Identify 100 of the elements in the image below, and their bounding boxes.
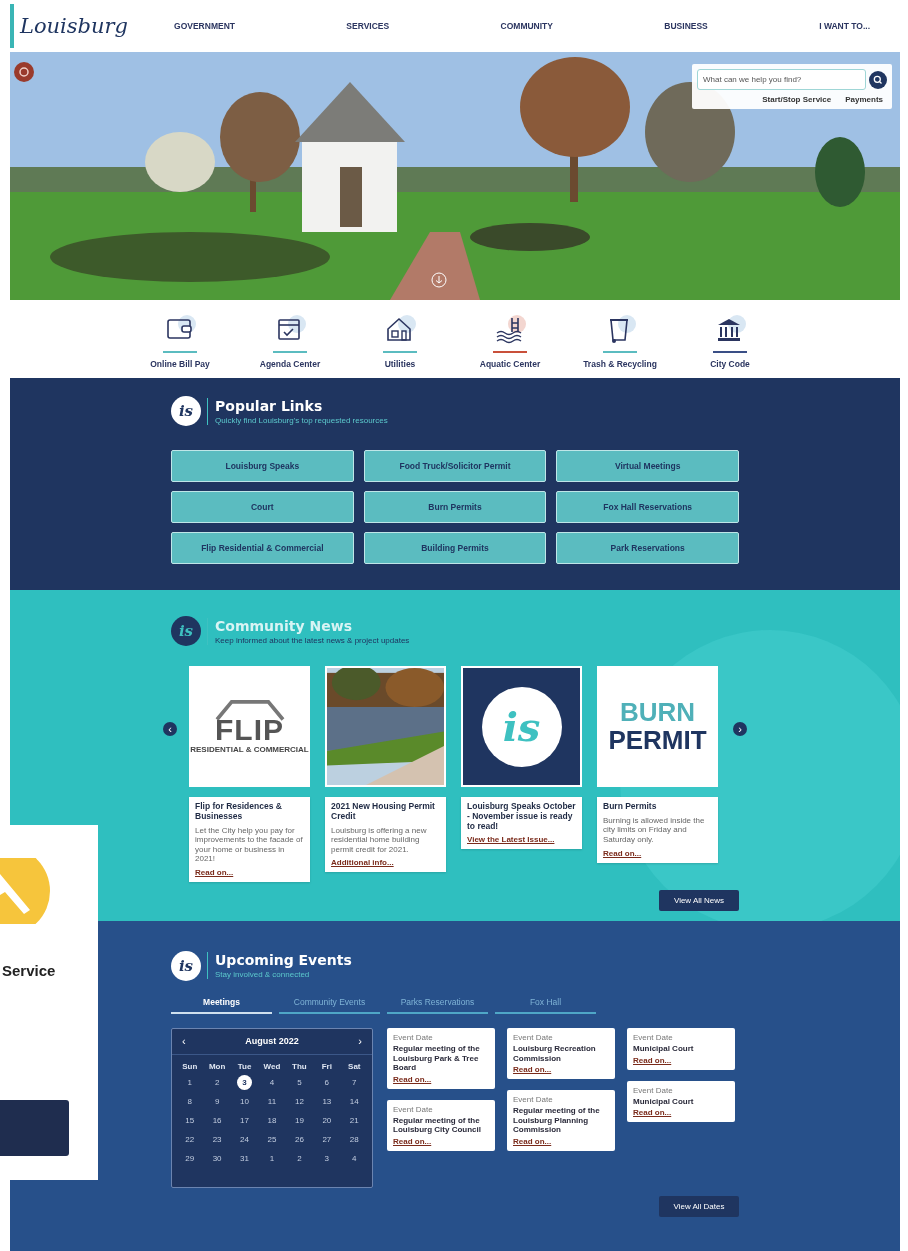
calendar-month: August 2022 (245, 1036, 299, 1047)
calendar-day[interactable]: 4 (264, 1074, 280, 1090)
popular-link-button[interactable]: Fox Hall Reservations (556, 491, 739, 523)
news-title: Flip for Residences & Businesses (195, 802, 283, 822)
event-tab[interactable]: Fox Hall (495, 996, 596, 1014)
quick-link[interactable]: Start/Stop Service (762, 95, 832, 104)
read-more-link[interactable]: Read on... (195, 867, 304, 877)
popular-link-button[interactable]: Burn Permits (363, 491, 547, 523)
event-title: Regular meeting of the Louisburg Planning Commission (513, 1106, 601, 1135)
calendar-day[interactable]: 31 (237, 1150, 253, 1166)
next-month-button[interactable]: › (358, 1035, 362, 1047)
event-title: Regular meeting of the Louisburg Park & Tree Board (393, 1043, 481, 1073)
event-date-label: Event Date (513, 1095, 554, 1105)
calendar-day[interactable]: 29 (182, 1150, 198, 1166)
shortcut-link[interactable]: Trash & Recycling (583, 313, 657, 369)
calendar-day[interactable]: 2 (209, 1074, 225, 1090)
view-all-news-button[interactable]: View All News (659, 889, 739, 911)
read-more-link[interactable]: Read on... (633, 1108, 729, 1118)
shortcut-link[interactable]: Aquatic Center (473, 313, 547, 369)
popular-link-button[interactable]: Food Truck/Solicitor Permit (363, 450, 547, 482)
popular-link-button[interactable]: Flip Residential & Commercial (171, 532, 354, 564)
read-more-link[interactable]: Read on... (513, 1136, 609, 1146)
calendar-day[interactable]: 30 (209, 1150, 225, 1166)
popular-link-button[interactable]: Building Permits (363, 532, 547, 564)
search-field[interactable]: What can we help you find? (697, 69, 866, 90)
popular-link-button[interactable]: Virtual Meetings (556, 450, 739, 482)
event-tab[interactable]: Meetings (171, 996, 272, 1014)
calendar-day[interactable]: 13 (319, 1093, 335, 1109)
calendar-day[interactable]: 3 (237, 1074, 253, 1090)
calendar-day[interactable]: 22 (182, 1131, 198, 1147)
popular-link-button[interactable]: Park Reservations (556, 532, 739, 564)
shortcut-link[interactable]: Utilities (363, 313, 437, 369)
calendar-day[interactable]: 9 (209, 1093, 225, 1109)
logo-mark: is (171, 396, 201, 426)
nav-link[interactable]: I WANT TO... (819, 21, 870, 31)
weekday-label: Mon (207, 1061, 227, 1071)
shortcut-link[interactable]: Online Bill Pay (143, 313, 217, 369)
shortcut-link[interactable]: City Code (693, 313, 767, 369)
logo-image: is (461, 666, 582, 787)
view-all-dates-button[interactable]: View All Dates (659, 1195, 739, 1217)
calendar-day[interactable]: 15 (182, 1112, 198, 1128)
shortcut-link[interactable]: Agenda Center (253, 313, 327, 369)
read-more-link[interactable]: Read on... (393, 1136, 489, 1146)
calendar-day[interactable]: 21 (346, 1112, 362, 1128)
event-tab[interactable]: Community Events (279, 996, 380, 1014)
calendar-day[interactable]: 26 (291, 1131, 307, 1147)
event-tab[interactable]: Parks Reservations (387, 996, 488, 1014)
section-title: Upcoming Events (215, 952, 352, 969)
calendar-day[interactable]: 27 (319, 1131, 335, 1147)
popular-link-button[interactable]: Court (171, 491, 354, 523)
calendar-day[interactable]: 12 (291, 1093, 307, 1109)
nav-link[interactable]: GOVERNMENT (174, 21, 235, 31)
calendar-day[interactable]: 1 (182, 1074, 198, 1090)
news-title: Louisburg Speaks October - November issue is ready to read! (467, 802, 576, 832)
weekday-label: Wed (262, 1061, 282, 1071)
scroll-down-icon[interactable] (431, 272, 447, 288)
calendar-day[interactable]: 28 (346, 1131, 362, 1147)
calendar-day[interactable]: 6 (319, 1074, 335, 1090)
read-more-link[interactable]: View the Latest Issue... (467, 835, 576, 845)
read-more-link[interactable]: Read on... (393, 1074, 489, 1084)
flip-logo-drawing: FLIP RESIDENTIAL & COMMERCIAL (189, 666, 310, 787)
event-title: Municipal Court (633, 1043, 695, 1054)
calendar-day[interactable]: 19 (291, 1112, 307, 1128)
calendar-day[interactable]: 8 (182, 1093, 198, 1109)
nav-link[interactable]: COMMUNITY (500, 21, 553, 31)
read-more-link[interactable]: Additional info... (331, 858, 440, 868)
previous-button[interactable]: ‹ (163, 721, 177, 736)
calendar-day[interactable]: 17 (237, 1112, 253, 1128)
calendar-day[interactable]: 25 (264, 1131, 280, 1147)
calendar-day[interactable]: 5 (291, 1074, 307, 1090)
quick-link[interactable]: Payments (845, 95, 883, 104)
popular-link-button[interactable]: Louisburg Speaks (171, 450, 354, 482)
read-more-link[interactable]: Read on... (513, 1065, 609, 1075)
calendar-day[interactable]: 18 (264, 1112, 280, 1128)
calendar-day[interactable]: 3 (319, 1150, 335, 1166)
read-more-link[interactable]: Read on... (633, 1055, 729, 1065)
news-summary: Louisburg is offering a new residential home building permit credit for 2021. (331, 825, 428, 855)
calendar-day[interactable]: 14 (346, 1093, 362, 1109)
weekday-label: Tue (236, 1061, 253, 1071)
nav-link[interactable]: SERVICES (346, 21, 390, 31)
event-date-label: Event Date (513, 1032, 554, 1042)
section-subtitle: Stay involved & connected (215, 970, 311, 980)
search-icon[interactable] (869, 70, 887, 89)
calendar-day[interactable]: 1 (264, 1150, 280, 1166)
nav-link[interactable]: BUSINESS (664, 21, 708, 31)
calendar-day[interactable]: 11 (264, 1093, 280, 1109)
event-date-label: Event Date (633, 1085, 674, 1095)
calendar-day[interactable]: 4 (346, 1150, 362, 1166)
read-more-link[interactable]: Read on... (603, 848, 712, 858)
calendar-day[interactable]: 24 (237, 1131, 253, 1147)
calendar-day[interactable]: 2 (291, 1150, 307, 1166)
calendar-day[interactable]: 10 (237, 1093, 253, 1109)
section-subtitle: Keep informed about the latest news & project updates (215, 635, 410, 645)
calendar-day[interactable]: 23 (209, 1131, 225, 1147)
calendar-day[interactable]: 7 (346, 1074, 362, 1090)
calendar-day[interactable]: 16 (209, 1112, 225, 1128)
site-logo[interactable]: Louisburg (14, 14, 135, 38)
previous-month-button[interactable]: ‹ (182, 1035, 186, 1047)
event-title: Louisburg Recreation Commission (513, 1043, 597, 1064)
calendar-day[interactable]: 20 (319, 1112, 335, 1128)
